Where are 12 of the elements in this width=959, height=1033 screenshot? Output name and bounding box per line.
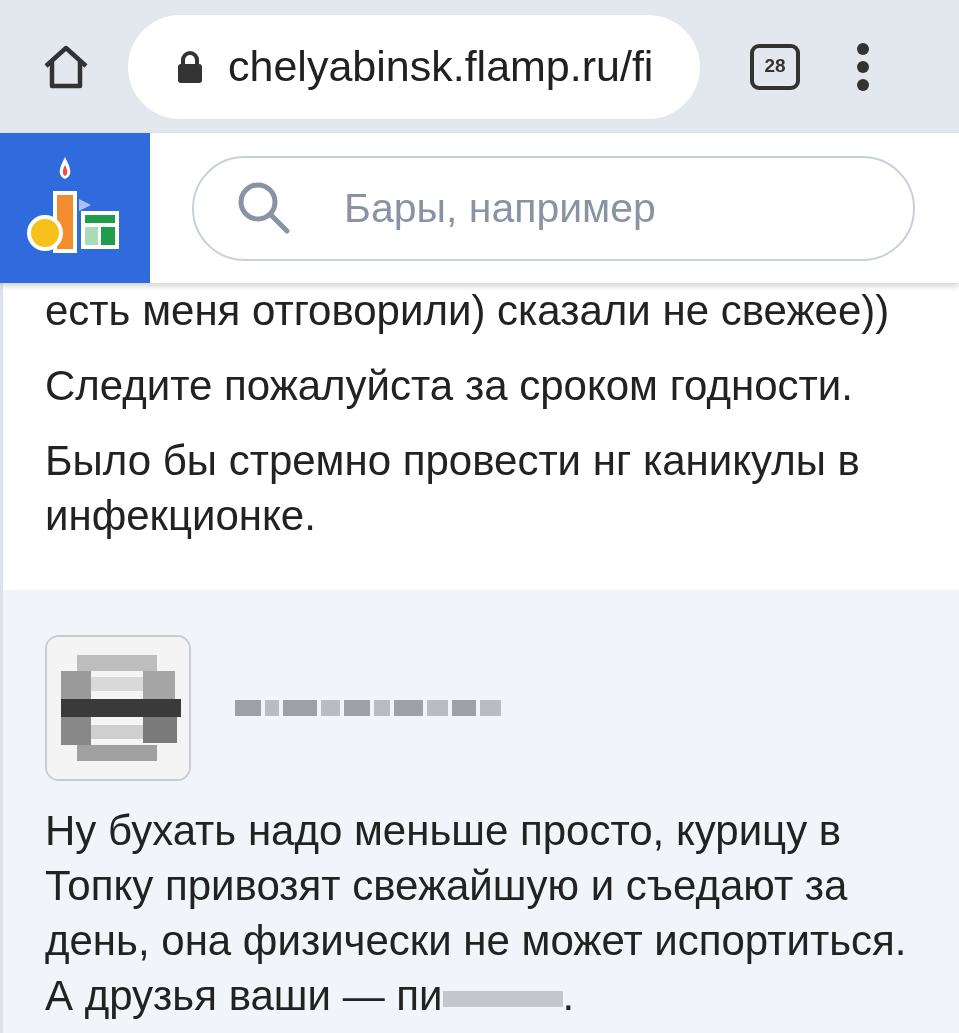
site-logo[interactable] [0, 133, 150, 283]
address-bar[interactable]: chelyabinsk.flamp.ru/fi [128, 14, 700, 119]
tab-count-button[interactable]: 28 [750, 43, 800, 90]
review-paragraph: Следите пожалуйста за сроком годности. [45, 361, 854, 411]
url-text: chelyabinsk.flamp.ru/fi [228, 41, 654, 93]
lock-icon [176, 49, 204, 84]
review-paragraph: есть меня отговорили) сказали не свежее)) [45, 286, 891, 336]
search-field[interactable]: Бары, например [192, 155, 915, 261]
review-paragraph: Было бы стремно провести нг каникулы в инфекционке. [45, 436, 861, 541]
menu-icon [856, 41, 870, 92]
review-paragraph: Ну бухать надо меньше просто, курицу в Топку привозят свежайшую и съедают за день, она физически не может испортиться. А друзья ваши — пи . [45, 806, 908, 1021]
home-icon [42, 43, 90, 90]
